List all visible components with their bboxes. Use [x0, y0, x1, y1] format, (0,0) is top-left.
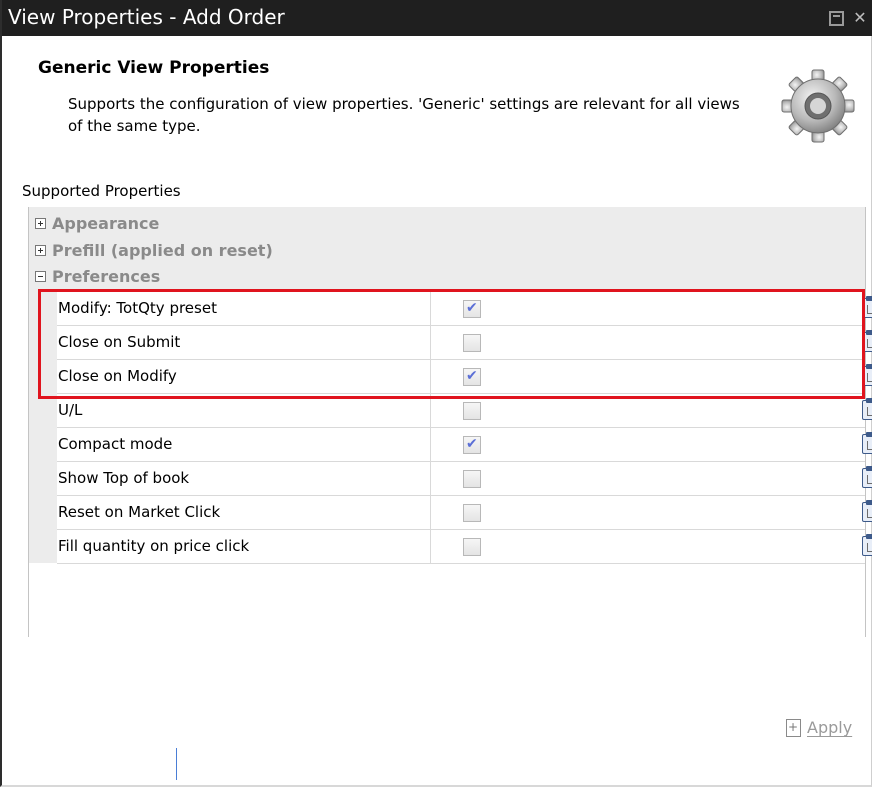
property-name: Show Top of book [57, 462, 431, 495]
close-icon[interactable]: ✕ [851, 9, 869, 27]
group-label: Prefill (applied on reset) [52, 240, 273, 260]
table-row: Compact mode [57, 428, 872, 462]
window-title: View Properties - Add Order [8, 5, 285, 29]
property-checkbox[interactable] [463, 402, 481, 420]
page-description: Supports the configuration of view prope… [68, 95, 740, 135]
expand-icon[interactable] [35, 217, 46, 229]
property-name: Reset on Market Click [57, 496, 431, 529]
supported-properties-label: Supported Properties [22, 182, 181, 200]
view-properties-window: View Properties - Add Order ✕ Generic Vi… [0, 0, 872, 787]
table-row: U/L [57, 394, 872, 428]
group-preferences[interactable]: Preferences [35, 265, 160, 287]
title-bar[interactable]: View Properties - Add Order ✕ [2, 0, 872, 36]
property-checkbox[interactable] [463, 504, 481, 522]
highlight-box [38, 289, 865, 399]
group-label: Appearance [52, 213, 160, 233]
apply-label: Apply [807, 718, 853, 737]
clipboard-icon[interactable] [862, 466, 872, 488]
restore-window-icon[interactable] [829, 11, 844, 26]
property-checkbox[interactable] [463, 538, 481, 556]
clipboard-icon[interactable] [862, 432, 872, 454]
text-cursor [176, 748, 177, 780]
apply-icon [786, 718, 801, 737]
gear-icon [781, 69, 855, 143]
group-appearance[interactable]: Appearance [35, 210, 159, 236]
clipboard-icon[interactable] [862, 534, 872, 556]
apply-button[interactable]: Apply [786, 718, 852, 737]
property-name: Fill quantity on price click [57, 530, 431, 563]
clipboard-icon[interactable] [862, 500, 872, 522]
group-label: Preferences [52, 266, 161, 286]
properties-grid: Appearance Prefill (applied on reset) Pr… [28, 207, 872, 637]
property-name: Compact mode [57, 428, 431, 461]
property-checkbox[interactable] [463, 436, 481, 454]
table-row: Fill quantity on price click [57, 530, 872, 564]
table-row: Show Top of book [57, 462, 872, 496]
clipboard-icon[interactable] [862, 398, 872, 420]
collapse-icon[interactable] [35, 270, 46, 282]
table-row: Reset on Market Click [57, 496, 872, 530]
page-title: Generic View Properties [38, 58, 270, 78]
property-checkbox[interactable] [463, 470, 481, 488]
group-prefill[interactable]: Prefill (applied on reset) [35, 237, 273, 263]
expand-icon[interactable] [35, 244, 46, 256]
